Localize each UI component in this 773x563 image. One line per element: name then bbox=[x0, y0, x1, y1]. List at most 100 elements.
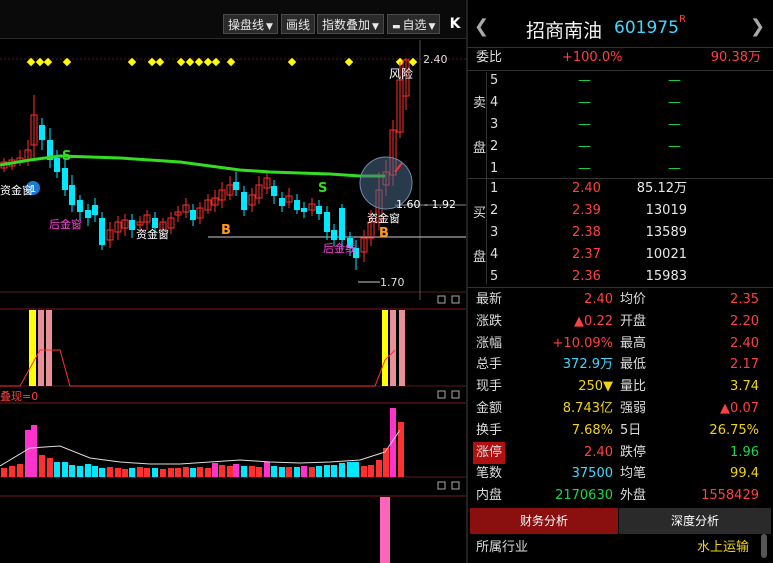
volume-bar bbox=[107, 467, 113, 477]
stat-value-right: ▲0.07 bbox=[720, 401, 759, 416]
stat-label-right: 5日 bbox=[620, 422, 642, 438]
stat-label-left: 涨停 bbox=[473, 441, 506, 464]
volume-bar bbox=[62, 462, 68, 477]
candle-body bbox=[152, 218, 158, 228]
volume-bar bbox=[152, 468, 158, 477]
stat-row: 总手 372.9万 最低 2.17 bbox=[468, 354, 773, 376]
ask-volume: — bbox=[668, 139, 681, 154]
volume-bar bbox=[249, 466, 255, 477]
volume-bar bbox=[368, 465, 374, 477]
indicator-bar bbox=[46, 310, 52, 386]
stat-value-left: 8.743亿 bbox=[562, 401, 613, 416]
stock-code: 601975 bbox=[614, 18, 679, 38]
prev-stock-icon[interactable]: ❮ bbox=[474, 16, 489, 37]
bid-volume: 15983 bbox=[645, 269, 687, 284]
ask-row-4[interactable]: 4 — — bbox=[468, 92, 773, 114]
weibi-row: 委比 +100.0% 90.38万 bbox=[468, 47, 773, 69]
buy-label-bottom: 盘 bbox=[473, 250, 487, 265]
tab-financial-analysis[interactable]: 财务分析 bbox=[470, 508, 618, 534]
panel-scrollbar[interactable] bbox=[761, 534, 767, 558]
bid-level: 3 bbox=[490, 225, 499, 240]
indicator-line bbox=[0, 349, 396, 387]
volume-bar bbox=[168, 468, 174, 477]
volume-bar bbox=[347, 462, 353, 477]
stat-label-right: 最低 bbox=[620, 357, 647, 373]
candle-body bbox=[99, 218, 105, 245]
stat-value-left: 2.40 bbox=[584, 444, 613, 460]
volume-bar bbox=[115, 468, 121, 477]
ask-row-2[interactable]: 2 — — bbox=[468, 136, 773, 158]
stat-label-left: 现手 bbox=[476, 379, 503, 395]
next-stock-icon[interactable]: ❯ bbox=[750, 16, 765, 37]
volume-bar bbox=[324, 465, 330, 477]
candle-body bbox=[69, 185, 75, 205]
stat-label-left: 内盘 bbox=[476, 488, 503, 504]
signal-diamond bbox=[408, 57, 418, 67]
bid-row-3[interactable]: 3 2.38 13589 bbox=[468, 222, 773, 244]
candle-body bbox=[301, 208, 307, 212]
ask-level: 5 bbox=[490, 73, 499, 88]
candle-body bbox=[233, 182, 239, 190]
volume-bar bbox=[137, 467, 143, 477]
volume-bar bbox=[183, 467, 189, 477]
indicator-label: 叠现=0 bbox=[0, 390, 38, 403]
industry-value[interactable]: 水上运输 bbox=[697, 537, 749, 559]
bid-row-4[interactable]: 4 2.37 10021 bbox=[468, 244, 773, 266]
bid-price: 2.38 bbox=[572, 225, 601, 240]
stat-label-right: 均笔 bbox=[620, 466, 647, 482]
stat-label-right: 开盘 bbox=[620, 313, 647, 329]
volume-bar bbox=[9, 466, 15, 477]
volume-bar bbox=[233, 464, 239, 477]
candle-body bbox=[241, 192, 247, 210]
indicator-bar bbox=[29, 310, 36, 386]
indicator-bar bbox=[390, 310, 396, 386]
stat-value-left: 2.40 bbox=[584, 292, 613, 307]
candle-body bbox=[92, 205, 98, 215]
chart-canvas[interactable]: 1 资金窗 后金窗 资金窗 后金线 资金窗 S S B B 风险 2.40 1.… bbox=[0, 0, 466, 563]
volume-bar bbox=[316, 466, 322, 477]
bid-level: 1 bbox=[490, 181, 499, 196]
bid-price: 2.37 bbox=[572, 247, 601, 262]
volume-bar bbox=[31, 425, 37, 477]
kline-chart-area[interactable]: 操盘线 ▼ 画线 指数叠加 ▼ ▬ 自选 ▼ K 1 资金窗 后金窗 资金窗 后… bbox=[0, 0, 466, 563]
ask-row-3[interactable]: 3 — — bbox=[468, 114, 773, 136]
ask-volume: — bbox=[668, 161, 681, 176]
annotation-zijinchuang-mid: 资金窗 bbox=[136, 227, 169, 241]
stat-value-left: 2170630 bbox=[555, 488, 613, 504]
bid-row-5[interactable]: 5 2.36 15983 bbox=[468, 266, 773, 288]
stat-value-right: 1558429 bbox=[701, 488, 759, 504]
indicator-bar bbox=[38, 310, 44, 386]
volume-bar bbox=[77, 466, 83, 477]
ask-row-5[interactable]: 5 — — bbox=[468, 70, 773, 92]
signal-diamond bbox=[344, 57, 354, 67]
stat-label-left: 总手 bbox=[476, 357, 503, 373]
ask-level: 4 bbox=[490, 95, 499, 110]
bid-row-2[interactable]: 2 2.39 13019 bbox=[468, 200, 773, 222]
stat-label-right: 最高 bbox=[620, 335, 647, 351]
candle-body bbox=[279, 198, 285, 206]
bid-level: 2 bbox=[490, 203, 499, 218]
volume-bar bbox=[301, 466, 307, 477]
weibi-label: 委比 bbox=[476, 50, 503, 65]
ask-row-1[interactable]: 1 — — bbox=[468, 158, 773, 180]
stat-value-left: 37500 bbox=[571, 466, 613, 482]
stat-value-right: 1.96 bbox=[730, 444, 759, 460]
candle-body bbox=[85, 210, 91, 218]
stat-value-left: +10.09% bbox=[552, 335, 613, 351]
tab-depth-analysis[interactable]: 深度分析 bbox=[619, 508, 771, 534]
stat-value-left: 250▼ bbox=[578, 379, 613, 395]
candle-body bbox=[129, 220, 135, 230]
stat-value-right: 2.35 bbox=[730, 292, 759, 307]
volume-bar bbox=[47, 458, 53, 477]
candle-body bbox=[324, 212, 330, 232]
ask-volume: — bbox=[668, 117, 681, 132]
bid-row-1[interactable]: 1 2.40 85.12万 bbox=[468, 178, 773, 200]
industry-row: 所属行业 水上运输 bbox=[468, 537, 773, 559]
volume-bar bbox=[39, 455, 45, 477]
stat-label-left: 笔数 bbox=[476, 466, 503, 482]
stat-label-left: 换手 bbox=[476, 422, 503, 438]
candle-body bbox=[62, 168, 68, 190]
ask-price: — bbox=[578, 139, 591, 154]
stock-name: 招商南油 bbox=[526, 20, 603, 42]
margin-flag: R bbox=[679, 14, 686, 25]
